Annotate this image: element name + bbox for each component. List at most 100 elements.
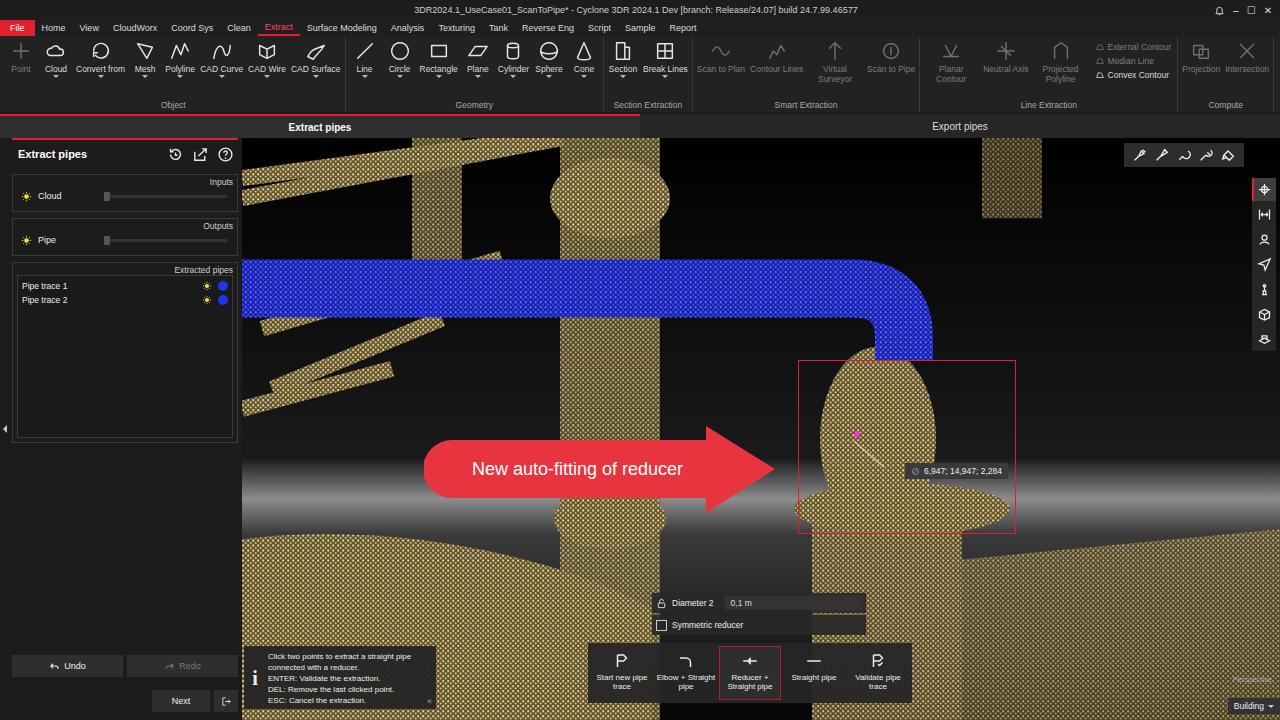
ribbon-tool[interactable]: Polyline	[163, 38, 197, 78]
selection-tool-icon[interactable]	[1198, 147, 1214, 163]
ribbon-tool[interactable]: Point	[4, 38, 38, 74]
step-tab[interactable]: Export pipes	[640, 114, 1280, 138]
ribbon-tool[interactable]: Intersection	[1223, 38, 1271, 74]
ribbon-tool[interactable]: CAD Surface	[289, 38, 343, 78]
undo-button[interactable]: Undo	[12, 655, 123, 677]
export-icon[interactable]	[192, 146, 209, 163]
dropdown-caret-icon	[662, 75, 668, 78]
diameter-field[interactable]: 0,1 m	[725, 596, 862, 610]
navigation-tool[interactable]	[1252, 178, 1276, 201]
collapse-handle[interactable]	[0, 138, 10, 720]
reset-icon[interactable]	[167, 146, 184, 163]
bulb-icon[interactable]	[202, 281, 212, 291]
menu-tab[interactable]: File	[0, 20, 35, 36]
redo-button[interactable]: Redo	[127, 655, 238, 677]
ribbon-tool[interactable]: Plane	[461, 38, 495, 78]
ribbon-tool[interactable]: Scan to Plan	[695, 38, 747, 74]
small-tool[interactable]: External Contour	[1095, 42, 1172, 52]
small-tool[interactable]: Convex Contour	[1095, 70, 1172, 80]
navigation-tool[interactable]	[1252, 278, 1276, 301]
ribbon-tool[interactable]: Sphere	[532, 38, 566, 78]
menu-tab[interactable]: Script	[581, 20, 618, 36]
pipe-tool-button[interactable]: Elbow + Straight pipe	[655, 646, 717, 700]
pipe-tool-button[interactable]: Reducer + Straight pipe	[719, 646, 781, 700]
ribbon-tool[interactable]: Circle	[383, 38, 417, 78]
ribbon-tool[interactable]: Line	[348, 38, 382, 78]
pipe-tool-button[interactable]: Start new pipe trace	[591, 646, 653, 700]
menu-tab[interactable]: CloudWorx	[106, 20, 164, 36]
pipe-row[interactable]: Pipe trace 1	[22, 279, 228, 293]
slider[interactable]	[104, 239, 227, 242]
ribbon-tool[interactable]: Contour Lines	[748, 38, 805, 74]
menu-tab[interactable]: Texturing	[431, 20, 482, 36]
ribbon-tool[interactable]: Convert from	[74, 38, 127, 78]
menu-tab[interactable]: Home	[35, 20, 73, 36]
navigation-tool[interactable]	[1252, 328, 1276, 351]
layer-dropdown[interactable]: Building	[1228, 698, 1280, 714]
ribbon-tool[interactable]: Neutral Axis	[981, 38, 1030, 74]
navigation-tool[interactable]	[1252, 228, 1276, 251]
selection-tool-icon[interactable]	[1132, 147, 1148, 163]
pipe-row[interactable]: Pipe trace 2	[22, 293, 228, 307]
selection-tool-icon[interactable]	[1176, 147, 1192, 163]
pipe-tool-label: Reducer + Straight pipe	[720, 673, 780, 691]
menu-tab[interactable]: Extract	[258, 20, 300, 36]
small-tool[interactable]: Median Line	[1095, 56, 1172, 66]
ribbon-tool[interactable]: Mesh	[128, 38, 162, 78]
ribbon-tool[interactable]: Virtual Surveyor	[806, 38, 864, 84]
bulb-icon[interactable]	[21, 235, 32, 246]
selection-tool-icon[interactable]	[1220, 147, 1236, 163]
menu-tab[interactable]: Analysis	[384, 20, 432, 36]
bell-icon[interactable]	[1214, 5, 1225, 16]
ribbon-tool[interactable]: CAD Curve	[198, 38, 245, 78]
info-collapse-button[interactable]: «	[427, 696, 432, 706]
ribbon-tool[interactable]: Break Lines	[641, 38, 690, 78]
menu-tab[interactable]: Coord Sys	[164, 20, 220, 36]
help-icon[interactable]	[217, 146, 234, 163]
navigation-tool[interactable]	[1252, 203, 1276, 226]
ribbon-tool[interactable]: Projected Polyline	[1032, 38, 1090, 84]
menu-tab[interactable]: Report	[662, 20, 703, 36]
ribbon-tool[interactable]: Cylinder	[496, 38, 531, 78]
menu-tab[interactable]: Sample	[618, 20, 663, 36]
pipe-color-dot[interactable]	[218, 281, 228, 291]
window-control-button[interactable]: ✕	[1264, 5, 1272, 16]
ribbon-tool[interactable]: Cone	[567, 38, 601, 78]
window-control-button[interactable]: –	[1233, 5, 1239, 16]
3d-viewport[interactable]: New auto-fitting of reducer6,947; 14,947…	[242, 138, 1280, 720]
ribbon-tool[interactable]: Cloud	[39, 38, 73, 78]
next-button[interactable]: Next	[152, 690, 210, 712]
menu-tab[interactable]: Tank	[482, 20, 515, 36]
slider-thumb[interactable]	[104, 236, 110, 245]
view-mode-label: Perspective	[1233, 675, 1272, 684]
navigation-icon	[1257, 307, 1272, 322]
step-tab[interactable]: Extract pipes	[0, 114, 640, 138]
pipe-tool-button[interactable]: Straight pipe	[783, 646, 845, 700]
ribbon-tool[interactable]: Scan to Pipe	[865, 38, 917, 74]
menu-tab[interactable]: Surface Modeling	[300, 20, 384, 36]
unlocked-padlock-icon[interactable]	[656, 598, 667, 609]
navigation-tool[interactable]	[1252, 303, 1276, 326]
symmetric-checkbox[interactable]	[656, 620, 667, 631]
pipe-color-dot[interactable]	[218, 295, 228, 305]
menu-tab[interactable]: Clean	[220, 20, 258, 36]
selection-tool-icon[interactable]	[1154, 147, 1170, 163]
navigation-icon	[1257, 332, 1272, 347]
ribbon-tool[interactable]: Rectangle	[418, 38, 460, 78]
navigation-tool[interactable]	[1252, 253, 1276, 276]
bulb-icon[interactable]	[21, 191, 32, 202]
window-control-button[interactable]: ☐	[1247, 5, 1256, 16]
slider-thumb[interactable]	[104, 192, 110, 201]
pipe-tool-label: Straight pipe	[792, 673, 837, 682]
menu-tab[interactable]: View	[73, 20, 106, 36]
bulb-icon[interactable]	[202, 295, 212, 305]
ribbon-tool[interactable]: Section	[606, 38, 640, 78]
ribbon-tool[interactable]: CAD Wire	[246, 38, 288, 78]
menu-tab[interactable]: Reverse Eng	[515, 20, 581, 36]
ribbon-tool[interactable]: Planar Contour	[922, 38, 980, 84]
dropdown-caret-icon	[219, 75, 225, 78]
slider[interactable]	[104, 195, 227, 198]
pipe-tool-button[interactable]: Validate pipe trace	[847, 646, 909, 700]
exit-button[interactable]	[214, 690, 238, 712]
ribbon-tool[interactable]: Projection	[1180, 38, 1222, 74]
